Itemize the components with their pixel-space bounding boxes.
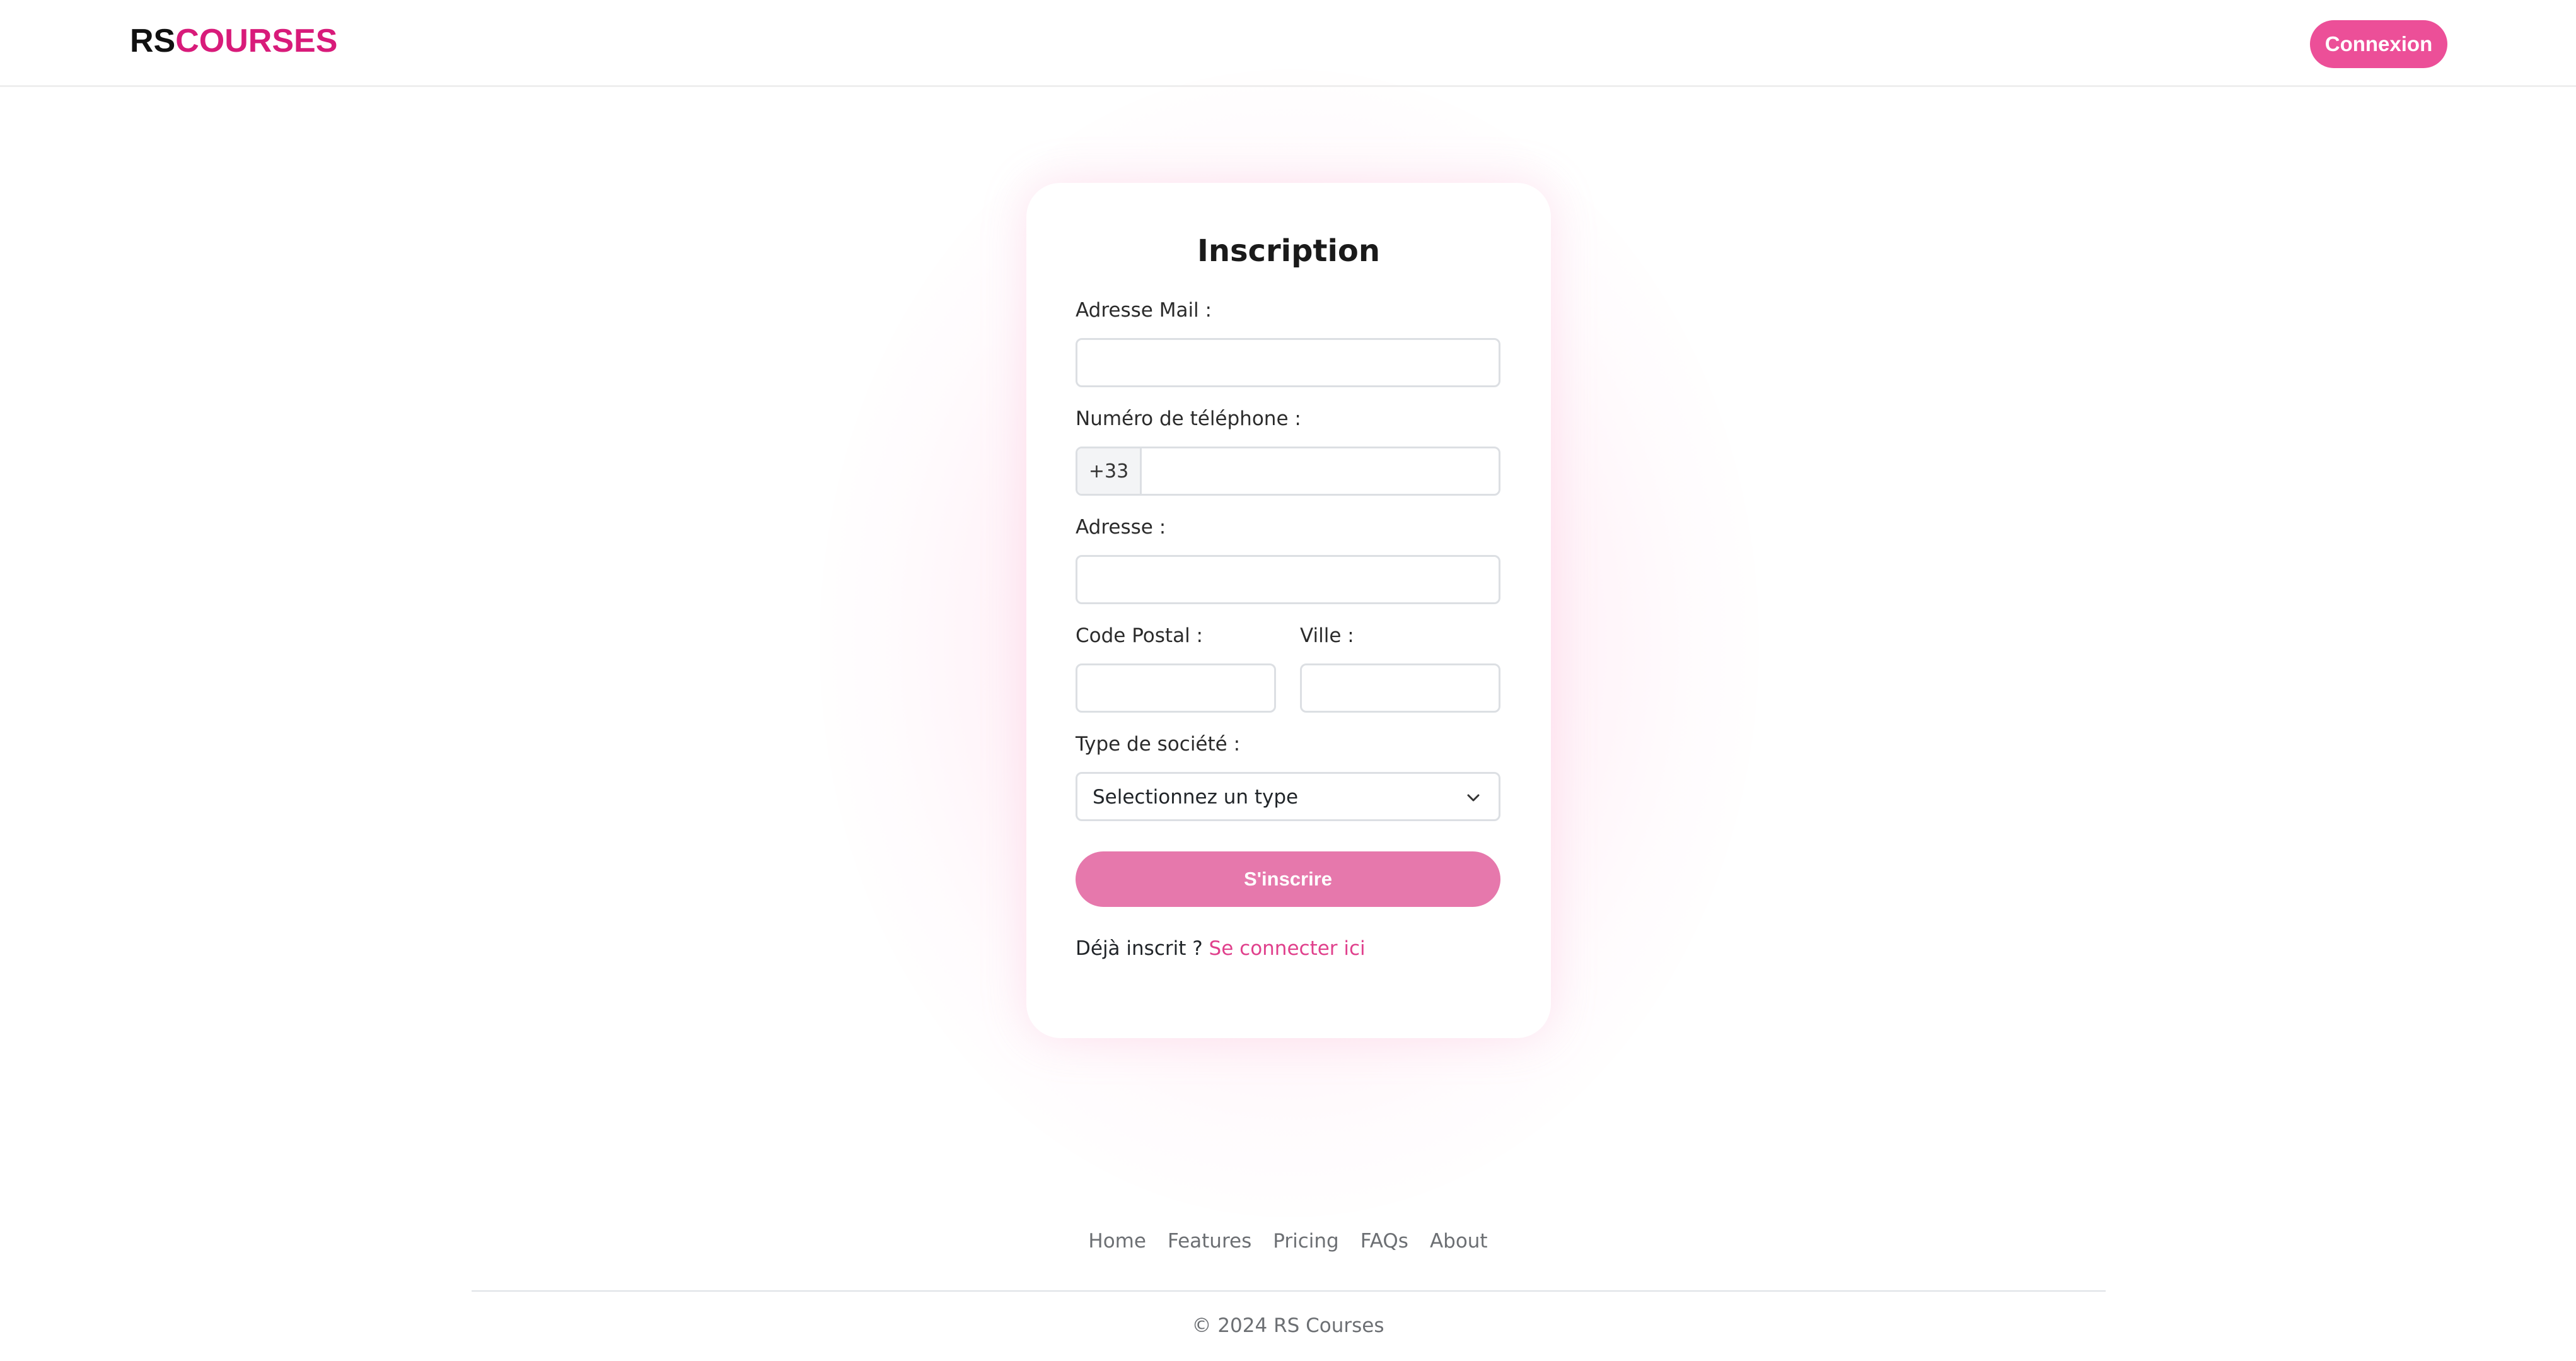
company-type-label: Type de société : <box>1076 733 1241 756</box>
signup-button[interactable]: S'inscrire <box>1076 851 1500 907</box>
footer-nav: Home Features Pricing FAQs About <box>0 1230 2576 1253</box>
already-registered: Déjà inscrit ? Se connecter ici <box>1076 937 1366 960</box>
company-type-value: Selectionnez un type <box>1093 786 1299 809</box>
already-text: Déjà inscrit ? <box>1076 937 1203 960</box>
brand-logo[interactable]: RSCOURSES <box>130 19 337 63</box>
phone-prefix: +33 <box>1077 448 1142 494</box>
address-label: Adresse : <box>1076 516 1166 539</box>
signup-card: Inscription Adresse Mail : Numéro de tél… <box>1026 183 1551 1038</box>
phone-label: Numéro de téléphone : <box>1076 407 1301 430</box>
footer-link-faqs[interactable]: FAQs <box>1360 1230 1409 1253</box>
email-field[interactable] <box>1076 338 1500 387</box>
address-field[interactable] <box>1076 555 1500 604</box>
phone-field[interactable] <box>1142 448 1499 494</box>
login-link[interactable]: Se connecter ici <box>1209 937 1366 960</box>
footer-link-home[interactable]: Home <box>1088 1230 1147 1253</box>
company-type-select[interactable]: Selectionnez un type <box>1076 772 1500 821</box>
footer-link-features[interactable]: Features <box>1167 1230 1252 1253</box>
footer-link-about[interactable]: About <box>1429 1230 1488 1253</box>
email-label: Adresse Mail : <box>1076 299 1212 322</box>
postal-code-field[interactable] <box>1076 663 1276 713</box>
login-button[interactable]: Connexion <box>2310 20 2447 68</box>
postal-code-label: Code Postal : <box>1076 624 1203 647</box>
logo-courses: COURSES <box>175 23 338 59</box>
footer-link-pricing[interactable]: Pricing <box>1272 1230 1340 1253</box>
footer-divider <box>472 1290 2106 1292</box>
form-title: Inscription <box>1197 233 1381 269</box>
copyright: © 2024 RS Courses <box>1192 1314 1384 1337</box>
page: RSCOURSES Connexion Inscription Adresse … <box>0 0 2576 1361</box>
city-label: Ville : <box>1300 624 1354 647</box>
logo-rs: RS <box>130 23 176 59</box>
chevron-down-icon <box>1467 794 1480 802</box>
city-field[interactable] <box>1300 663 1500 713</box>
phone-input-group: +33 <box>1076 447 1500 496</box>
